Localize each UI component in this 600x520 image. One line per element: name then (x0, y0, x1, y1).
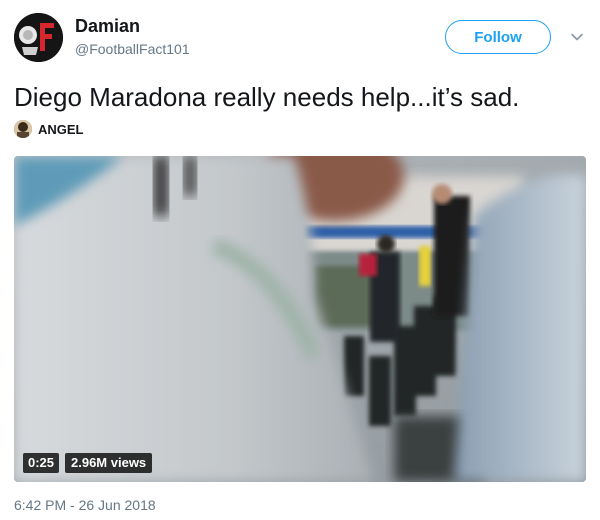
follow-button[interactable]: Follow (445, 20, 551, 54)
author-display-name[interactable]: Damian (75, 16, 140, 37)
avatar-image (14, 13, 63, 62)
video-thumbnail (14, 156, 586, 482)
author-handle[interactable]: @FootballFact101 (75, 41, 190, 57)
mention-name[interactable]: ANGEL (38, 122, 84, 137)
mention-avatar[interactable] (14, 120, 32, 138)
avatar[interactable] (14, 13, 63, 62)
video-duration-badge: 0:25 (23, 453, 60, 473)
video-views-badge: 2.96M views (65, 453, 153, 473)
video-player[interactable]: 0:25 2.96M views (14, 156, 586, 482)
tweet-text: Diego Maradona really needs help...it’s … (14, 82, 520, 112)
tweet-timestamp[interactable]: 6:42 PM - 26 Jun 2018 (14, 497, 156, 513)
chevron-down-icon[interactable] (570, 30, 584, 44)
mention-avatar-image (14, 120, 32, 138)
